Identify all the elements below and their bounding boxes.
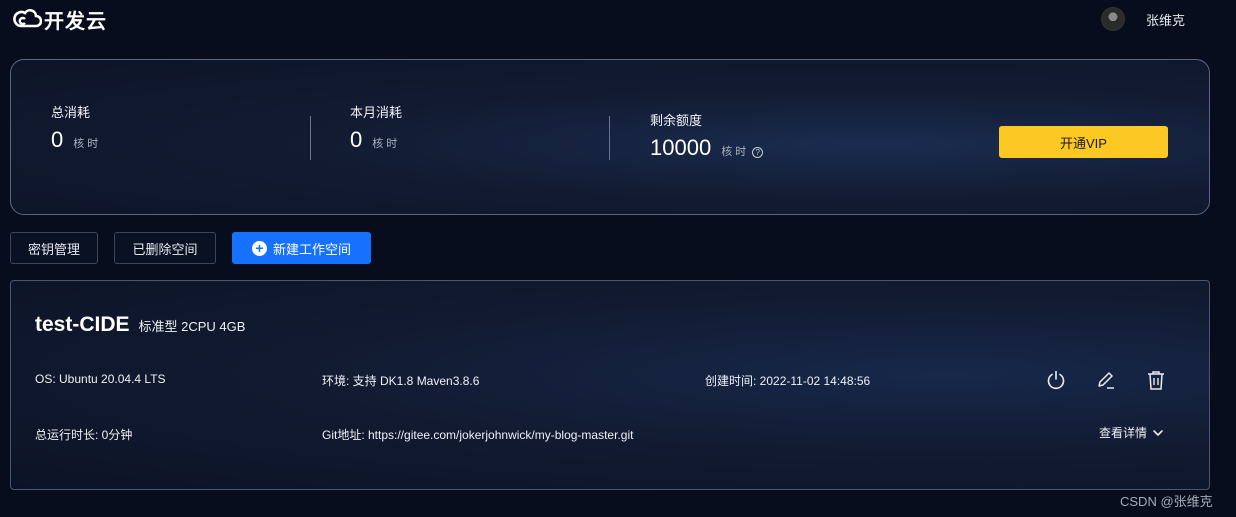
- workspace-title: test-CIDE 标准型 2CPU 4GB: [35, 313, 245, 337]
- avatar[interactable]: [1101, 7, 1125, 31]
- usage-stats-panel: 总消耗 0 核时 本月消耗 0 核时 剩余额度 10000 核时 ? 开通VIP: [10, 59, 1210, 215]
- divider: [609, 116, 610, 160]
- stat-monthly-value: 0: [350, 127, 363, 152]
- new-workspace-button[interactable]: + 新建工作空间: [232, 232, 371, 264]
- chevron-down-icon: [1153, 429, 1163, 436]
- stat-remaining-value: 10000: [650, 135, 712, 160]
- plus-circle-icon: +: [251, 240, 267, 256]
- workspace-runtime: 总运行时长: 0分钟: [35, 428, 133, 442]
- stat-total: 总消耗 0 核时: [51, 102, 101, 153]
- cloud-logo-icon: [13, 9, 42, 28]
- user-menu[interactable]: 张维克: [1101, 7, 1185, 31]
- divider: [310, 116, 311, 160]
- stat-total-unit: 核时: [73, 138, 102, 150]
- stat-total-value-row: 0 核时: [51, 127, 101, 153]
- logo-text: 开发云: [44, 10, 107, 33]
- stat-monthly-unit: 核时: [372, 138, 401, 150]
- help-icon[interactable]: ?: [752, 147, 764, 158]
- power-icon[interactable]: [1045, 369, 1067, 391]
- stat-monthly-label: 本月消耗: [350, 105, 403, 120]
- workspace-git-url: Git地址: https://gitee.com/jokerjohnwick/m…: [322, 428, 634, 442]
- workspace-spec: 标准型 2CPU 4GB: [138, 319, 246, 334]
- user-name[interactable]: 张维克: [1146, 10, 1185, 29]
- stat-remaining-unit: 核时: [721, 146, 750, 158]
- stat-remaining: 剩余额度 10000 核时 ?: [650, 110, 764, 161]
- stat-total-value: 0: [51, 127, 64, 152]
- workspace-env: 环境: 支持 DK1.8 Maven3.8.6: [322, 374, 480, 388]
- stat-remaining-value-row: 10000 核时 ?: [650, 135, 764, 161]
- view-details-link[interactable]: 查看详情: [1099, 424, 1164, 441]
- view-details-label: 查看详情: [1099, 426, 1148, 440]
- open-vip-button[interactable]: 开通VIP: [999, 126, 1168, 158]
- logo[interactable]: 开发云: [12, 6, 107, 33]
- workspace-name: test-CIDE: [35, 313, 130, 336]
- edit-icon[interactable]: [1095, 369, 1117, 391]
- key-management-button[interactable]: 密钥管理: [10, 232, 98, 264]
- workspace-os: OS: Ubuntu 20.04.4 LTS: [35, 372, 166, 386]
- watermark: CSDN @张维克: [1120, 494, 1213, 509]
- stat-total-label: 总消耗: [51, 105, 91, 120]
- deleted-workspaces-button[interactable]: 已删除空间: [114, 232, 216, 264]
- delete-icon[interactable]: [1145, 369, 1167, 391]
- new-workspace-label: 新建工作空间: [272, 241, 351, 257]
- stat-remaining-label: 剩余额度: [650, 113, 703, 128]
- stat-monthly-value-row: 0 核时: [350, 127, 402, 153]
- workspace-created-time: 创建时间: 2022-11-02 14:48:56: [705, 374, 871, 388]
- stat-monthly: 本月消耗 0 核时: [350, 102, 402, 153]
- workspace-card: test-CIDE 标准型 2CPU 4GB OS: Ubuntu 20.04.…: [10, 280, 1210, 490]
